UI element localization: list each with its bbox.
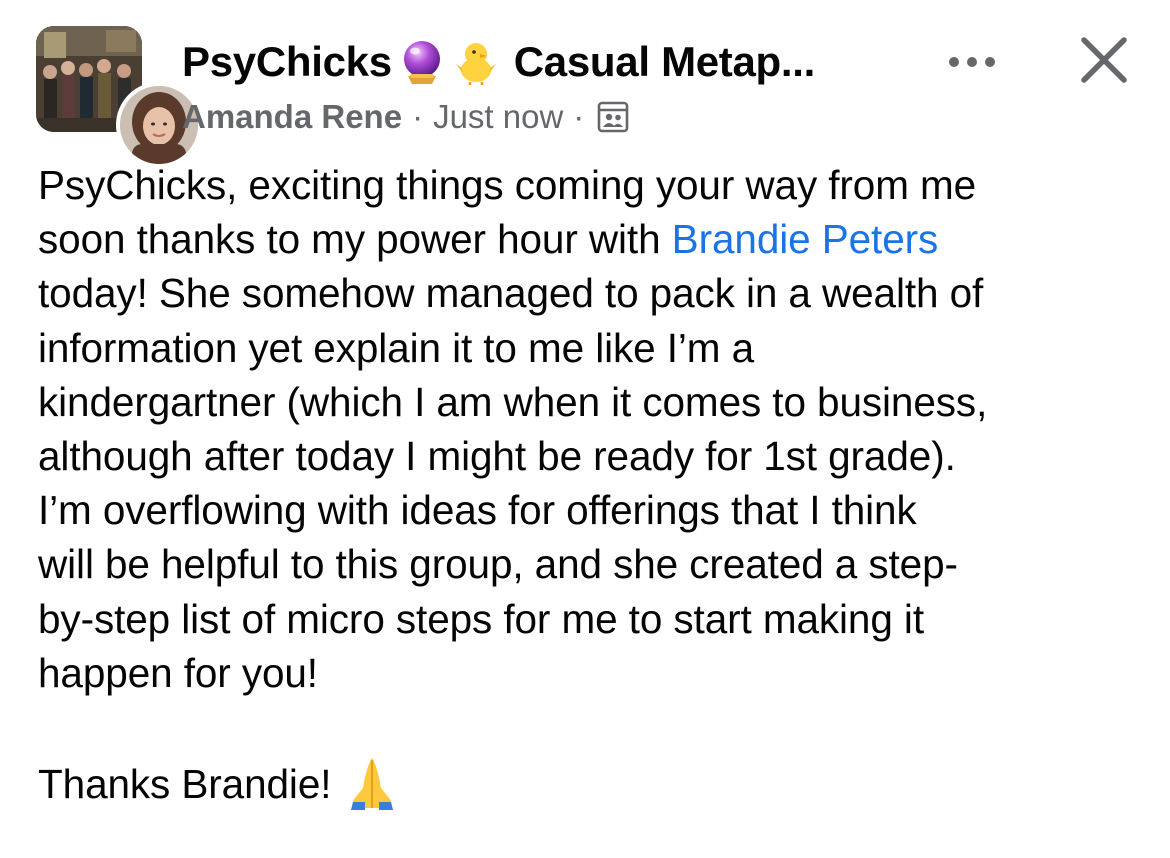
more-horizontal-icon xyxy=(949,57,995,67)
post-card: PsyChicks Casual Metap... Amanda Rene · … xyxy=(0,0,1170,858)
closing-text: Thanks Brandie! xyxy=(38,761,332,808)
post-text-line: kindergartner (which I am when it comes … xyxy=(38,378,988,425)
close-icon xyxy=(1081,37,1127,83)
post-text-line: I’m overflowing with ideas for offerings… xyxy=(38,487,917,534)
post-text-line: will be helpful to this group, and she c… xyxy=(38,541,958,588)
group-name[interactable]: PsyChicks xyxy=(182,38,392,86)
group-members-icon[interactable] xyxy=(596,100,630,134)
post-timestamp[interactable]: Just now xyxy=(433,98,563,136)
avatar-stack[interactable] xyxy=(36,26,202,168)
post-text-segment: soon thanks to my power hour with xyxy=(38,216,672,263)
crystal-ball-icon xyxy=(398,38,446,86)
post-text-line: although after today I might be ready fo… xyxy=(38,433,956,480)
post-text-line: information yet explain it to me like I’… xyxy=(38,324,754,371)
post-title[interactable]: Casual Metap... xyxy=(514,38,816,86)
close-button[interactable] xyxy=(1076,32,1132,88)
post-text-line: Thanks Brandie! xyxy=(38,754,1138,812)
post-text-line: by-step list of micro steps for me to st… xyxy=(38,595,924,642)
author-name[interactable]: Amanda Rene xyxy=(182,98,402,136)
folded-hands-icon xyxy=(343,754,401,812)
meta-separator: · xyxy=(412,98,424,135)
post-header-title: PsyChicks Casual Metap... xyxy=(182,36,815,88)
hatching-chick-icon xyxy=(452,38,500,86)
post-text-line: soon thanks to my power hour with Brandi… xyxy=(38,212,1138,266)
post-meta: Amanda Rene · Just now · xyxy=(182,96,630,138)
mention-link[interactable]: Brandie Peters xyxy=(672,216,939,262)
post-text-line: happen for you! xyxy=(38,649,318,696)
post-body: PsyChicks, exciting things coming your w… xyxy=(38,158,1138,812)
meta-separator: · xyxy=(573,98,585,135)
post-text-line: today! She somehow managed to pack in a … xyxy=(38,270,984,317)
more-options-button[interactable] xyxy=(940,40,1004,84)
post-text-line: PsyChicks, exciting things coming your w… xyxy=(38,162,977,208)
